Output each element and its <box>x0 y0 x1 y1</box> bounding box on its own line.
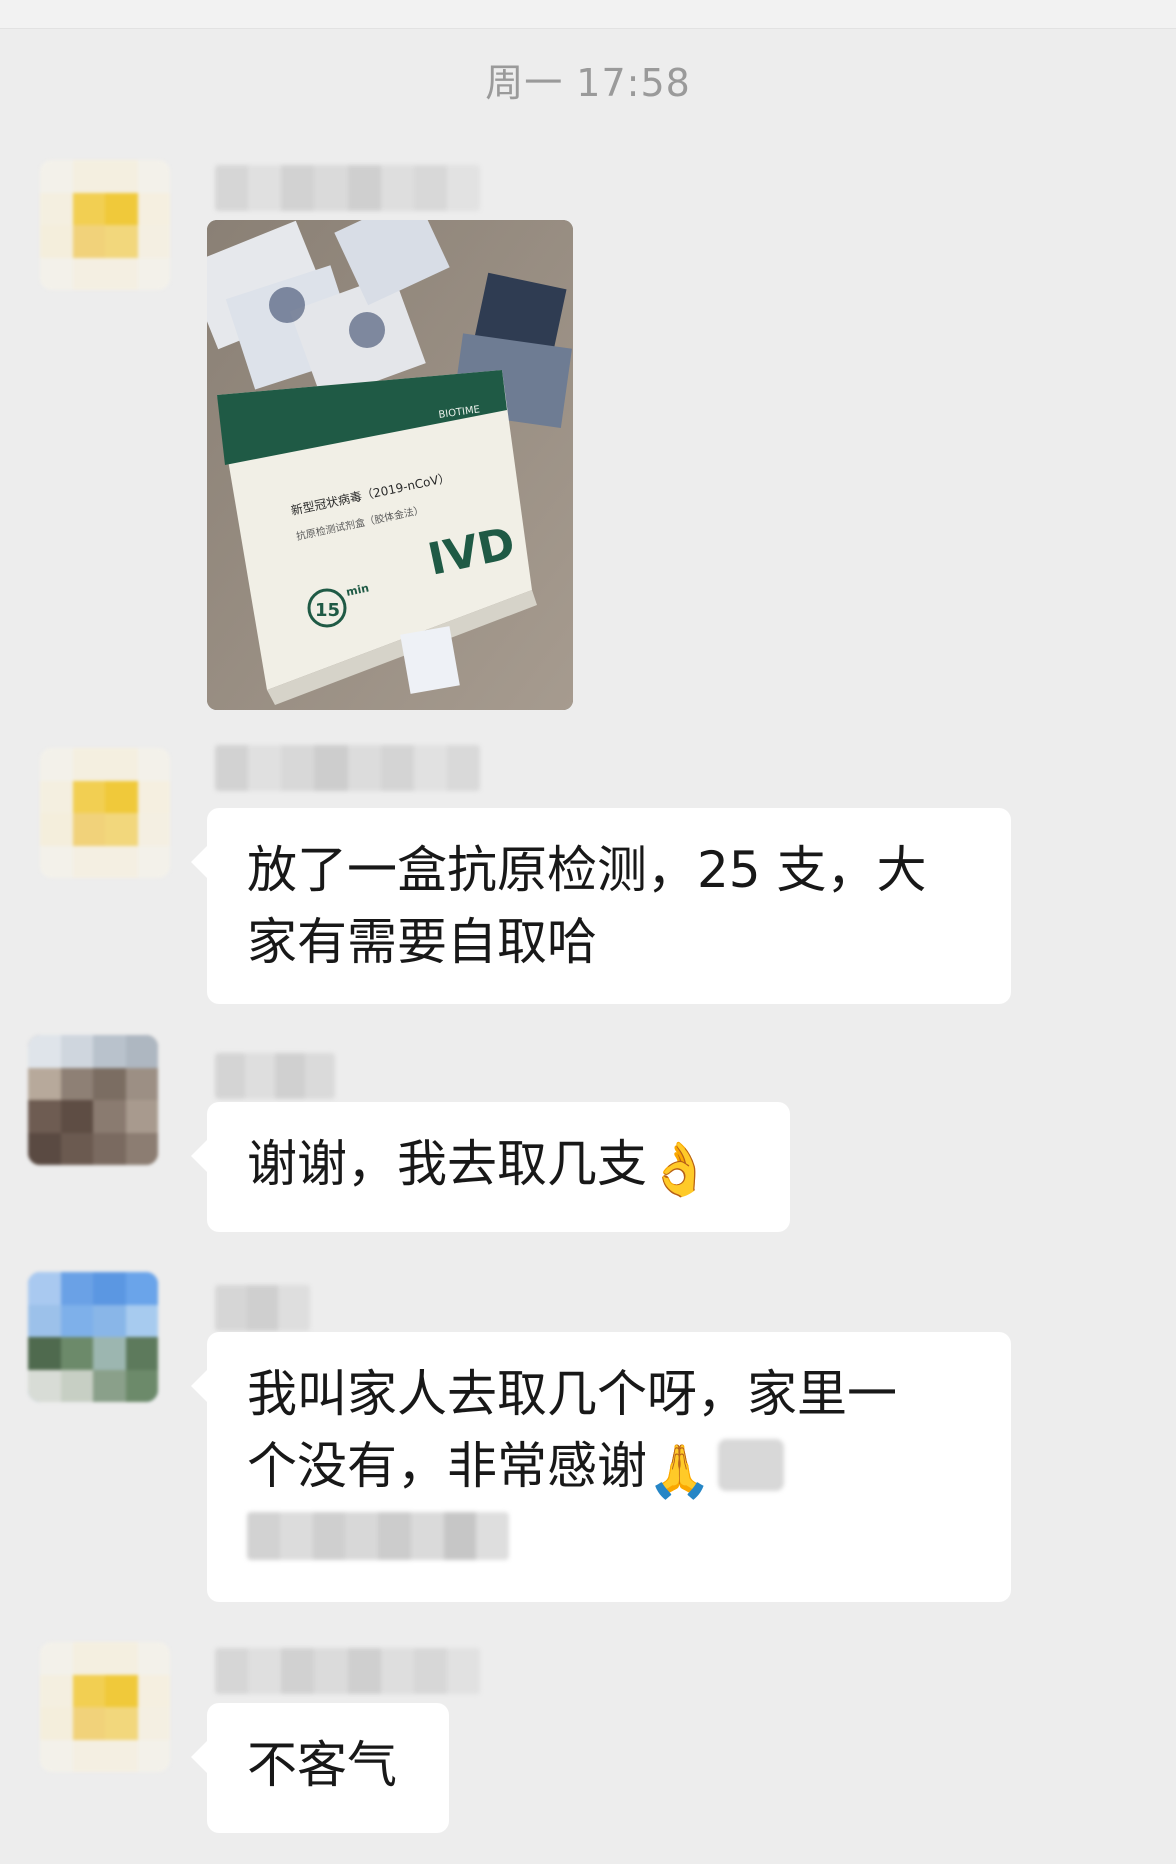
message-bubble[interactable]: 放了一盒抗原检测，25 支，大 家有需要自取哈 <box>191 808 1011 1004</box>
photo-canvas: BIOTIME 新型冠状病毒（2019-nCoV） 抗原检测试剂盒（胶体金法） … <box>207 220 573 710</box>
message-bubble[interactable]: 不客气 <box>191 1703 449 1833</box>
message-text-segment: 个没有，非常感谢 <box>247 1437 647 1495</box>
avatar[interactable] <box>28 1035 158 1165</box>
redacted-inline-mark <box>717 1439 784 1491</box>
sender-name-redacted <box>215 745 480 791</box>
avatar[interactable] <box>40 1642 170 1772</box>
message-bubble[interactable]: 谢谢，我去取几支👌 <box>191 1102 790 1232</box>
box-timer-value: 15 <box>315 600 340 621</box>
sender-name-redacted <box>215 1053 335 1099</box>
redacted-text-line <box>247 1512 509 1560</box>
praying-hands-emoji-icon: 🙏 <box>647 1442 712 1502</box>
message-bubble[interactable]: 我叫家人去取几个呀，家里一 个没有，非常感谢🙏 <box>191 1332 1011 1602</box>
ok-hand-emoji-icon: 👌 <box>647 1140 712 1200</box>
avatar[interactable] <box>40 748 170 878</box>
message-text-line: 不客气 <box>247 1736 397 1794</box>
sender-name-redacted <box>215 1285 310 1331</box>
message-text-line: 家有需要自取哈 <box>247 913 597 971</box>
top-edge <box>0 0 1176 29</box>
sender-name-redacted <box>215 165 480 211</box>
message-text-line: 放了一盒抗原检测，25 支，大 <box>247 841 927 899</box>
avatar[interactable] <box>28 1272 158 1402</box>
chat-timestamp: 周一 17:58 <box>485 61 691 105</box>
shared-photo[interactable]: BIOTIME 新型冠状病毒（2019-nCoV） 抗原检测试剂盒（胶体金法） … <box>207 220 573 710</box>
message-text-line: 我叫家人去取几个呀，家里一 <box>247 1365 897 1423</box>
message-text-line: 个没有，非常感谢🙏 <box>247 1430 971 1502</box>
sender-name-redacted <box>215 1648 480 1694</box>
message-text-line: 谢谢，我去取几支 <box>247 1135 647 1193</box>
chat-screen: 周一 17:58 BIOTIME 新型冠状病毒（2019-nCoV） 抗原检测试… <box>0 0 1176 1864</box>
avatar[interactable] <box>40 160 170 290</box>
